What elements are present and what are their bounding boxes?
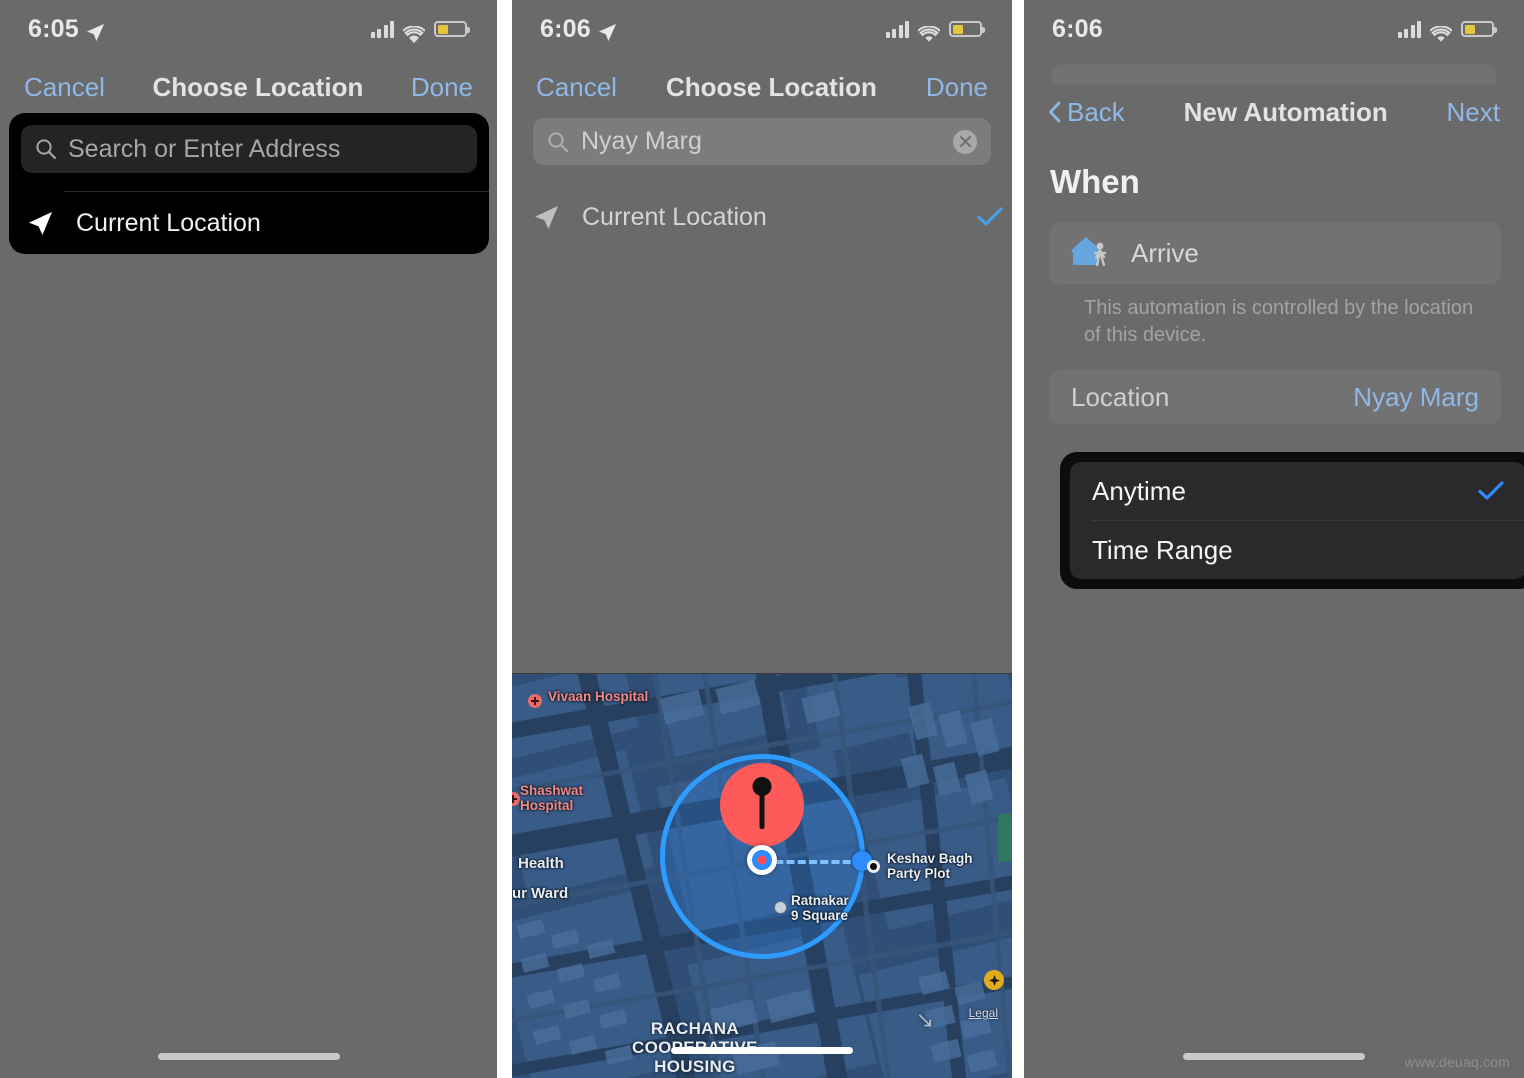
- search-icon: [35, 138, 57, 160]
- location-row[interactable]: Location Nyay Marg: [1049, 370, 1501, 424]
- chevron-left-icon: [1048, 101, 1061, 123]
- checkmark-icon: [977, 207, 1003, 227]
- home-indicator[interactable]: [671, 1047, 853, 1054]
- page-title: Choose Location: [665, 71, 877, 102]
- street-label: ur Ward: [512, 885, 569, 902]
- hospital-marker-icon: [528, 694, 542, 708]
- clear-circle-icon[interactable]: [953, 129, 977, 154]
- status-bar-right: [885, 20, 985, 42]
- poi-label: Shashwat Hospital: [520, 783, 584, 813]
- street-label: Health: [518, 855, 564, 872]
- battery-low-power-icon: [1461, 21, 1497, 37]
- geofence-center-handle[interactable]: [747, 845, 777, 875]
- search-value: Nyay Marg: [581, 127, 702, 155]
- search-icon: [547, 131, 569, 153]
- page-title: Choose Location: [152, 71, 364, 102]
- navigation-bar: Cancel Choose Location Done: [0, 60, 497, 114]
- navigation-arrow-icon: [27, 210, 54, 237]
- status-bar-right: [370, 20, 470, 43]
- status-bar-right: [1397, 20, 1497, 42]
- screenshot-strip: 6:05 Cancel Choose Location Done Search …: [0, 0, 1524, 1078]
- venue-marker-icon: [867, 860, 880, 873]
- cancel-button[interactable]: Cancel: [536, 72, 617, 103]
- status-bar: 6:06: [1024, 0, 1524, 58]
- done-button[interactable]: Done: [926, 72, 988, 103]
- status-bar-left: 6:05: [28, 15, 105, 44]
- battery-low-power-icon: [949, 21, 985, 37]
- geofence-radius-line: [764, 860, 862, 864]
- search-placeholder: Search or Enter Address: [68, 134, 341, 163]
- trigger-label: Arrive: [1131, 237, 1199, 268]
- trigger-row-arrive[interactable]: Arrive: [1049, 222, 1501, 284]
- location-arrow-icon: [598, 20, 617, 41]
- navigation-bar: Cancel Choose Location Done: [512, 60, 1012, 114]
- current-location-label: Current Location: [76, 208, 261, 237]
- cellular-signal-icon: [1397, 20, 1421, 38]
- section-heading-when: When: [1050, 163, 1140, 200]
- option-label: Anytime: [1092, 475, 1186, 506]
- next-button[interactable]: Next: [1447, 97, 1500, 128]
- navigation-bar: Back New Automation Next: [1024, 85, 1524, 139]
- wifi-icon: [402, 21, 426, 43]
- map-pin-icon[interactable]: [720, 763, 804, 857]
- page-title: New Automation: [1183, 96, 1388, 127]
- battery-low-power-icon: [434, 21, 470, 37]
- status-bar-left: 6:06: [540, 15, 617, 44]
- done-button[interactable]: Done: [411, 72, 473, 103]
- back-button-label: Back: [1067, 96, 1125, 127]
- panel-new-automation: 6:06 Back New Automation Next When Arriv…: [1024, 0, 1524, 1078]
- location-row-value: Nyay Marg: [1353, 381, 1479, 412]
- status-time: 6:05: [28, 14, 79, 43]
- watermark: www.deuaq.com: [1404, 1054, 1510, 1070]
- panel-choose-location-empty: 6:05 Cancel Choose Location Done Search …: [0, 0, 497, 1078]
- panel-gap: [497, 0, 512, 1078]
- home-indicator[interactable]: [1183, 1053, 1365, 1060]
- cellular-signal-icon: [370, 20, 394, 38]
- sheet-top-edge: [1051, 64, 1497, 84]
- status-time: 6:06: [1052, 14, 1103, 43]
- map-view[interactable]: Vivaan Hospital Shashwat Hospital Health…: [512, 673, 1012, 1078]
- status-time: 6:06: [540, 14, 591, 43]
- home-indicator[interactable]: [157, 1053, 340, 1060]
- map-direction-arrow-icon: ↘: [915, 1007, 934, 1032]
- checkmark-icon: [1478, 481, 1504, 501]
- poi-label: Keshav Bagh Party Plot: [887, 851, 973, 881]
- compass-icon[interactable]: [984, 970, 1004, 990]
- time-options-action-sheet: Anytime Time Range: [1060, 452, 1524, 589]
- venue-marker-icon: [774, 901, 787, 914]
- navigation-arrow-icon: [533, 204, 560, 231]
- option-time-range[interactable]: Time Range: [1070, 521, 1524, 579]
- current-location-item[interactable]: Current Location: [9, 192, 489, 254]
- poi-label: Ratnakar 9 Square: [791, 893, 849, 923]
- wifi-icon: [917, 21, 941, 42]
- option-label: Time Range: [1092, 534, 1233, 565]
- panel-choose-location-result: 6:06 Cancel Choose Location Done Nyay Ma…: [512, 0, 1012, 1078]
- home-arrive-icon: [1069, 232, 1115, 274]
- current-location-item[interactable]: Current Location: [533, 190, 1003, 244]
- cellular-signal-icon: [885, 20, 909, 38]
- legal-link[interactable]: Legal: [969, 1006, 998, 1020]
- back-button[interactable]: Back: [1048, 97, 1125, 128]
- poi-label: Vivaan Hospital: [548, 689, 649, 704]
- status-bar-left: 6:06: [1052, 15, 1103, 44]
- search-input[interactable]: Nyay Marg: [533, 118, 991, 165]
- location-arrow-icon: [86, 20, 105, 41]
- search-input[interactable]: Search or Enter Address: [21, 125, 477, 173]
- cancel-button[interactable]: Cancel: [24, 72, 105, 103]
- action-sheet-group: Anytime Time Range: [1070, 462, 1524, 579]
- search-popover: Search or Enter Address Current Location: [9, 113, 489, 254]
- current-location-label: Current Location: [582, 202, 767, 231]
- option-anytime[interactable]: Anytime: [1070, 462, 1524, 520]
- panel-gap: [1012, 0, 1024, 1078]
- status-bar: 6:06: [512, 0, 1012, 58]
- status-bar: 6:05: [0, 0, 497, 58]
- wifi-icon: [1429, 21, 1453, 42]
- location-row-label: Location: [1071, 381, 1170, 412]
- hint-text: This automation is controlled by the loc…: [1084, 297, 1474, 346]
